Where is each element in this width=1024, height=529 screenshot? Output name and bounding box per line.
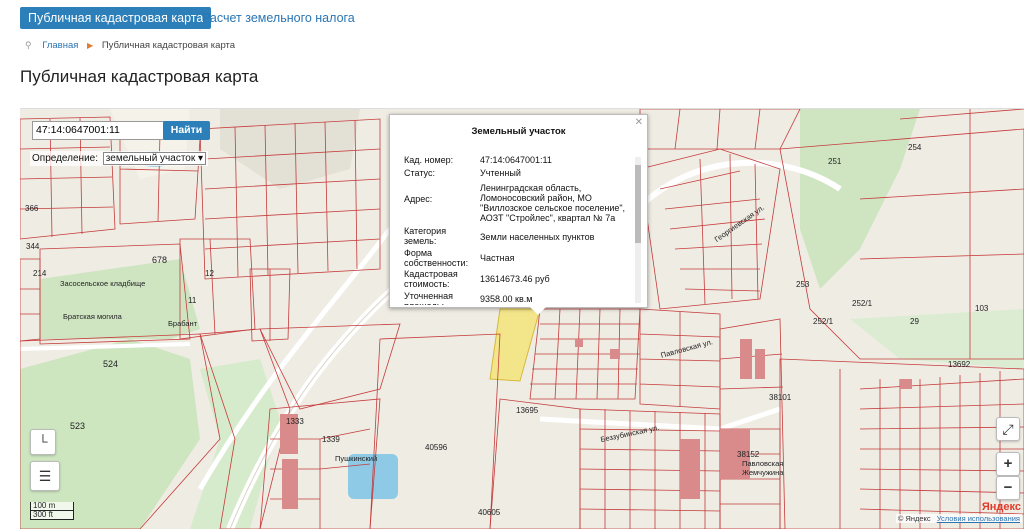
popup-value: Земли населенных пунктов (480, 232, 595, 242)
popup-value: Частная (480, 253, 515, 263)
find-button[interactable]: Найти (163, 121, 210, 140)
popup-value: 9358.00 кв.м (480, 294, 533, 304)
popup-key: Кад. номер: (404, 155, 454, 165)
parcel-popup: ✕ Земельный участок Кад. номер: 47:14:06… (389, 114, 648, 315)
popup-title: Земельный участок (471, 126, 566, 137)
grave-label: Братская могила (63, 312, 122, 321)
brabant-label: Брабант (168, 319, 198, 328)
breadcrumb-home[interactable]: Главная (42, 40, 78, 51)
zoom-in-button[interactable]: + (996, 452, 1020, 476)
chevron-right-icon: ▶ (87, 41, 94, 50)
zoom-out-button[interactable]: − (996, 476, 1020, 500)
definition-selected-value: земельный участок (105, 153, 196, 164)
definition-row: Определение: земельный участок ▾ (30, 151, 209, 166)
popup-value: Учтенный (480, 168, 521, 178)
definition-select[interactable]: земельный участок ▾ (102, 152, 207, 165)
popup-key: Адрес: (404, 194, 433, 204)
popup-key: Категория земель: (404, 226, 447, 246)
popup-key: Уточненная площадь: (404, 291, 454, 305)
pin-icon: ⚲ (25, 40, 32, 50)
page-title: Публичная кадастровая карта (20, 67, 259, 86)
cadastral-map[interactable]: 678 524 523 1333 1339 40596 40605 13695 … (20, 108, 1024, 529)
breadcrumb: ⚲ Главная ▶ Публичная кадастровая карта (25, 40, 235, 51)
popup-scrollbar[interactable] (635, 157, 641, 303)
attribution: © Яндекс Условия использования (895, 514, 1022, 523)
popup-row-area: Уточненная площадь: 9358.00 кв.м (404, 291, 629, 305)
popup-row-status: Статус: Учтенный (404, 168, 629, 180)
popup-key: Форма собственности: (404, 248, 469, 268)
cemetery-label: Засосельское кладбище (60, 279, 146, 288)
ruler-icon[interactable]: └ (30, 429, 56, 455)
breadcrumb-current: Публичная кадастровая карта (101, 40, 236, 51)
popup-key: Статус: (404, 168, 435, 178)
map-scale: 100 m 300 ft (30, 502, 74, 520)
yandex-logo: Яндекс (981, 501, 1021, 513)
popup-value: Ленинградская область, Ломоносовский рай… (480, 183, 626, 223)
popup-row-ownership: Форма собственности: Частная (404, 248, 629, 270)
tab-cadastral-map[interactable]: Публичная кадастровая карта (20, 7, 212, 29)
tab-land-tax[interactable]: Расчет земельного налога (202, 7, 355, 29)
chevron-down-icon: ▾ (198, 153, 204, 164)
popup-key: Кадастровая стоимость: (404, 269, 458, 289)
popup-pointer (530, 307, 546, 315)
popup-row-cadnum: Кад. номер: 47:14:0647001:11 (404, 155, 629, 167)
definition-label: Определение: (32, 153, 99, 164)
pushkinsky-label: Пушкинский (335, 454, 378, 463)
layers-icon[interactable]: ☰ (30, 461, 60, 491)
popup-row-cost: Кадастровая стоимость: 13614673.46 руб (404, 269, 629, 291)
scale-ft: 300 ft (30, 511, 74, 520)
popup-value: 47:14:0647001:11 (480, 155, 552, 165)
top-tabs: Публичная кадастровая карта Расчет земел… (0, 0, 1024, 38)
popup-value: 13614673.46 руб (480, 274, 550, 284)
terms-link[interactable]: Условия использования (937, 514, 1020, 523)
cadastral-search-input[interactable]: 47:14:0647001:11 (32, 121, 165, 140)
fullscreen-icon[interactable]: ⤢ (996, 417, 1020, 441)
popup-row-address: Адрес: Ленинградская область, Ломоносовс… (404, 183, 629, 227)
popup-row-category: Категория земель: Земли населенных пункт… (404, 226, 629, 248)
copyright-text: © Яндекс (897, 514, 931, 523)
popup-scroll-thumb[interactable] (635, 165, 641, 243)
village-label: Павловская Жемчужина (742, 459, 784, 477)
